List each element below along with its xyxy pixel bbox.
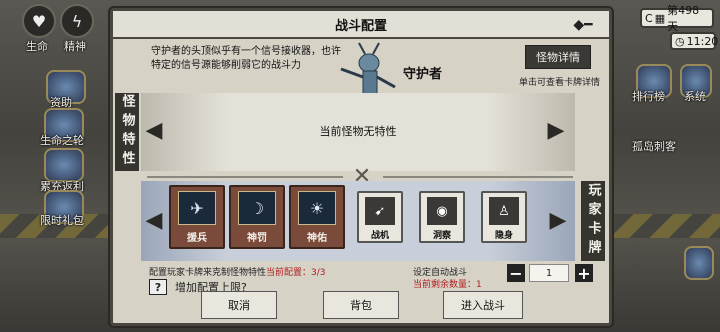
fighter-jet-icon: ➹ [365,197,395,225]
clock: ◷ 11:20 [670,32,719,50]
card-name: 神罚 [247,233,267,244]
partial-text: C [645,11,653,25]
card-insight[interactable]: ◉ 洞察 [419,191,465,243]
backpack-button[interactable]: 背包 [323,291,399,319]
card-name: 援兵 [187,233,207,244]
enter-battle-button[interactable]: 进入战斗 [443,291,523,319]
player-cards-label: 玩家卡牌 [581,181,605,261]
radiant-cup-icon: ☀ [298,191,336,225]
right-hud: C ▦ 第498天 ◷ 11:20 排行榜 系统 孤岛刺客 [632,0,720,332]
traits-prev-arrow[interactable]: ◀ [145,115,163,145]
config-counter-line: 配置玩家卡牌来克制怪物特性当前配置：3/3 [149,265,326,278]
monster-detail-button[interactable]: 怪物详情 [525,45,591,69]
cancel-button[interactable]: 取消 [201,291,277,319]
config-value: 3/3 [311,268,326,278]
left-hud: ♥ 生命 ϟ 精神 资助 生命之轮 累充返利 限时礼包 [0,0,100,332]
auto-battle-count[interactable]: 1 [529,264,569,282]
close-icon[interactable]: ◆━ [563,16,603,34]
scythe-icon: ☽ [238,191,276,225]
card-name: 神佑 [307,233,327,244]
life-label: 生命 [26,40,48,53]
monster-description: 守护者的头顶似乎有一个信号接收器，也许特定的信号源能够削弱它的战斗力 [151,46,341,71]
remaining-label: 当前剩余数量： [413,280,477,290]
card-name: 洞察 [432,231,451,241]
life-icon[interactable]: ♥ [22,4,56,38]
card-stealth[interactable]: ♙ 隐身 [481,191,527,243]
detail-hint: 单击可查看卡牌详情 [519,78,601,88]
battle-config-dialog: 战斗配置 ◆━ 守护者的头顶似乎有一个信号接收器，也许特定的信号源能够削弱它的战… [110,8,612,326]
card-divine-punishment[interactable]: ☽ 神罚 [229,185,285,249]
cards-prev-arrow[interactable]: ◀ [145,205,163,235]
card-name: 隐身 [494,231,513,241]
increase-limit-button[interactable]: ? [149,279,167,295]
day-counter: C ▦ 第498天 [640,4,714,33]
clock-icon: ◷ [675,34,685,48]
calendar-icon: ▦ [654,11,666,25]
system-label: 系统 [684,90,706,103]
divider-left [147,176,343,178]
spirit-label: 精神 [64,40,86,53]
divider-right [383,176,573,178]
leaderboard-label: 排行榜 [632,90,665,103]
figure-icon: ♙ [489,197,519,225]
eye-icon: ◉ [427,197,457,225]
cards-next-arrow[interactable]: ▶ [549,205,567,235]
config-hint: 配置玩家卡牌来克制怪物特性 [149,268,267,278]
exit-icon[interactable] [684,246,714,280]
monster-traits-panel: 当前怪物无特性 [141,93,575,171]
card-reinforcement[interactable]: ✈ 援兵 [169,185,225,249]
config-label: 当前配置： [266,268,312,278]
dialog-title: 战斗配置 [113,11,609,39]
monster-name: 守护者 [403,67,443,82]
traits-next-arrow[interactable]: ▶ [547,115,565,145]
card-fighter[interactable]: ➹ 战机 [357,191,403,243]
island-assassin-label: 孤岛刺客 [632,140,676,153]
recharge-rebate-icon[interactable] [44,148,84,182]
remaining-value: 1 [476,280,482,290]
airplane-icon: ✈ [178,191,216,225]
remaining-line: 当前剩余数量：1 [413,277,482,290]
card-divine-blessing[interactable]: ☀ 神佑 [289,185,345,249]
no-traits-text: 当前怪物无特性 [319,125,397,138]
limited-pack-label: 限时礼包 [40,214,84,227]
plus-button[interactable]: + [575,264,593,283]
spirit-icon[interactable]: ϟ [60,4,94,38]
monster-traits-label: 怪物特性 [115,93,139,171]
wheel-of-life-label: 生命之轮 [40,134,84,147]
day-text: 第498天 [667,4,700,33]
clock-time: 11:20 [686,34,719,48]
card-name: 战机 [370,231,389,241]
minus-button[interactable]: − [507,264,525,283]
